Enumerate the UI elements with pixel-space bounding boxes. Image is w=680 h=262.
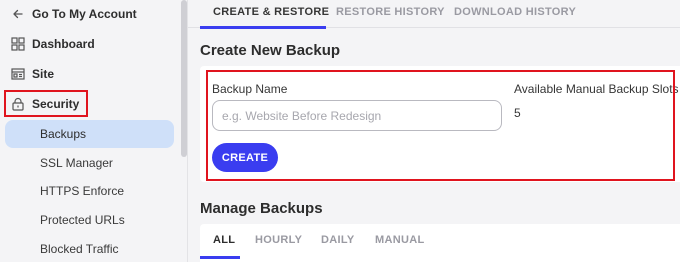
- active-subtab-indicator: [200, 256, 240, 259]
- tab-download-history[interactable]: DOWNLOAD HISTORY: [454, 6, 576, 18]
- sidebar-subitem-label: Backups: [40, 127, 87, 141]
- grid-icon: [11, 37, 25, 51]
- tab-create-restore[interactable]: CREATE & RESTORE: [213, 6, 329, 18]
- create-backup-heading: Create New Backup: [200, 42, 341, 59]
- subtab-hourly[interactable]: HOURLY: [255, 234, 302, 246]
- sidebar: Go To My Account Dashboard Site Security…: [0, 0, 188, 262]
- security-highlight-box: [4, 90, 88, 117]
- tab-bar: CREATE & RESTORE RESTORE HISTORY DOWNLOA…: [188, 0, 680, 29]
- sidebar-subitem-label: Blocked Traffic: [40, 242, 119, 256]
- sidebar-item-label: Site: [32, 67, 55, 81]
- create-backup-highlight-box: [206, 70, 675, 181]
- site-icon: [11, 67, 25, 81]
- subtab-all[interactable]: ALL: [213, 234, 235, 246]
- sidebar-subitem-backups[interactable]: Backups: [5, 120, 174, 148]
- active-tab-indicator: [200, 26, 326, 29]
- manage-backups-heading: Manage Backups: [200, 200, 323, 217]
- sidebar-subitem-label: SSL Manager: [40, 156, 113, 170]
- tab-restore-history[interactable]: RESTORE HISTORY: [336, 6, 445, 18]
- sidebar-item-dashboard[interactable]: Dashboard: [0, 30, 95, 58]
- sidebar-item-site[interactable]: Site: [0, 60, 54, 88]
- back-to-account-link[interactable]: Go To My Account: [0, 0, 137, 28]
- sidebar-subitem-label: Protected URLs: [40, 213, 125, 227]
- sidebar-subitem-blocked-traffic[interactable]: Blocked Traffic: [5, 235, 174, 262]
- subtab-manual[interactable]: MANUAL: [375, 234, 424, 246]
- sidebar-subitem-protected-urls[interactable]: Protected URLs: [5, 206, 174, 234]
- back-label: Go To My Account: [32, 7, 137, 21]
- sidebar-subitem-ssl-manager[interactable]: SSL Manager: [5, 149, 174, 177]
- arrow-left-icon: [11, 7, 25, 21]
- sidebar-subitem-label: HTTPS Enforce: [40, 184, 125, 198]
- subtab-daily[interactable]: DAILY: [321, 234, 355, 246]
- main-content: CREATE & RESTORE RESTORE HISTORY DOWNLOA…: [188, 0, 680, 262]
- sidebar-subitem-https-enforce[interactable]: HTTPS Enforce: [5, 177, 174, 205]
- sidebar-item-label: Dashboard: [32, 37, 95, 51]
- sidebar-scrollbar[interactable]: [181, 0, 187, 157]
